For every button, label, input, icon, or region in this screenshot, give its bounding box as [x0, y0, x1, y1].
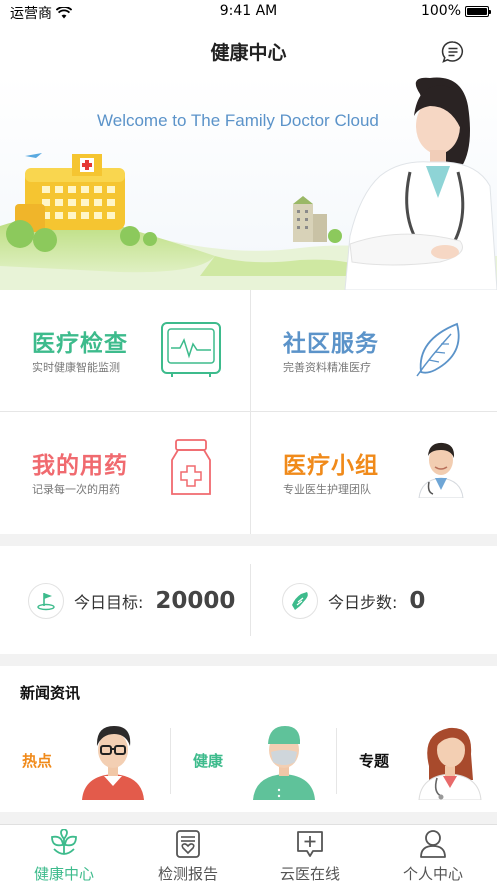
daily-steps[interactable]: 今日步数: 0 [282, 583, 426, 619]
tab-cloud-doctor[interactable]: 云医在线 [248, 829, 372, 883]
banner-illustration [0, 76, 497, 290]
goal-value: 20000 [155, 588, 236, 614]
news-tile-label: 健康 [193, 752, 224, 770]
news-header: 新闻资讯 [20, 684, 81, 702]
status-bar: 运营商 9:41 AM 100% [0, 0, 497, 24]
report-icon [176, 830, 200, 858]
news-tile-label: 专题 [359, 752, 390, 770]
service-title: 医疗小组 [283, 453, 379, 479]
page-title: 健康中心 [210, 42, 287, 64]
person-icon [420, 830, 446, 858]
banner-welcome-text: Welcome to The Family Doctor Cloud [97, 111, 379, 130]
service-subtitle: 记录每一次的用药 [32, 483, 120, 496]
service-medical-team[interactable]: 医疗小组 专业医生护理团队 [251, 412, 497, 533]
news-tile-hot[interactable]: 热点 [0, 720, 165, 800]
steps-label: 今日步数: [328, 593, 398, 612]
service-title: 我的用药 [32, 453, 128, 479]
banner[interactable]: Welcome to The Family Doctor Cloud [0, 76, 497, 290]
steps-panel: 今日目标: 20000 今日步数: 0 [0, 546, 497, 654]
battery-group: 100% [420, 3, 491, 19]
service-grid: 医疗检查 实时健康智能监测 社区服务 完善资料精准医疗 我的用药 记录每一次的用… [0, 290, 497, 534]
tab-label: 健康中心 [33, 865, 94, 883]
surgeon-avatar [253, 726, 315, 800]
service-community[interactable]: 社区服务 完善资料精准医疗 [251, 290, 497, 411]
goal-label: 今日目标: [74, 593, 144, 612]
service-subtitle: 实时健康智能监测 [32, 361, 120, 374]
golf-flag-icon [28, 583, 64, 619]
tab-label: 云医在线 [279, 865, 340, 883]
service-my-medication[interactable]: 我的用药 记录每一次的用药 [0, 412, 248, 533]
battery-percent: 100% [420, 3, 461, 19]
news-tile-topic[interactable]: 专题 [337, 720, 497, 800]
news-tile-health[interactable]: 健康 [171, 720, 336, 800]
divider [250, 564, 251, 636]
doctor-avatar [418, 442, 464, 498]
service-subtitle: 完善资料精准医疗 [283, 361, 371, 374]
service-subtitle: 专业医生护理团队 [283, 483, 371, 496]
tab-label: 检测报告 [157, 865, 218, 883]
daily-goal[interactable]: 今日目标: 20000 [28, 583, 236, 619]
service-title: 社区服务 [283, 331, 379, 357]
medicine-bottle-icon [171, 439, 211, 495]
female-doctor-avatar [418, 727, 482, 800]
tab-label: 个人中心 [402, 865, 463, 883]
message-icon[interactable] [441, 40, 465, 64]
news-section: 新闻资讯 热点 健康 专题 [0, 666, 497, 812]
plus-chat-icon [297, 831, 323, 857]
news-tile-label: 热点 [22, 752, 53, 770]
tab-bar: 健康中心 检测报告 云医在线 个人中心 [0, 824, 497, 883]
battery-icon [465, 5, 491, 17]
tab-test-report[interactable]: 检测报告 [126, 829, 250, 883]
service-title: 医疗检查 [32, 331, 128, 357]
service-medical-check[interactable]: 医疗检查 实时健康智能监测 [0, 290, 248, 411]
nav-bar: 健康中心 [0, 24, 497, 76]
sprout-icon [51, 829, 77, 855]
steps-value: 0 [409, 588, 426, 614]
man-glasses-avatar [82, 726, 144, 800]
shoe-icon [282, 583, 318, 619]
tab-health-center[interactable]: 健康中心 [2, 829, 126, 883]
monitor-icon [161, 322, 221, 377]
leaf-icon [416, 322, 460, 377]
tab-profile[interactable]: 个人中心 [371, 829, 495, 883]
